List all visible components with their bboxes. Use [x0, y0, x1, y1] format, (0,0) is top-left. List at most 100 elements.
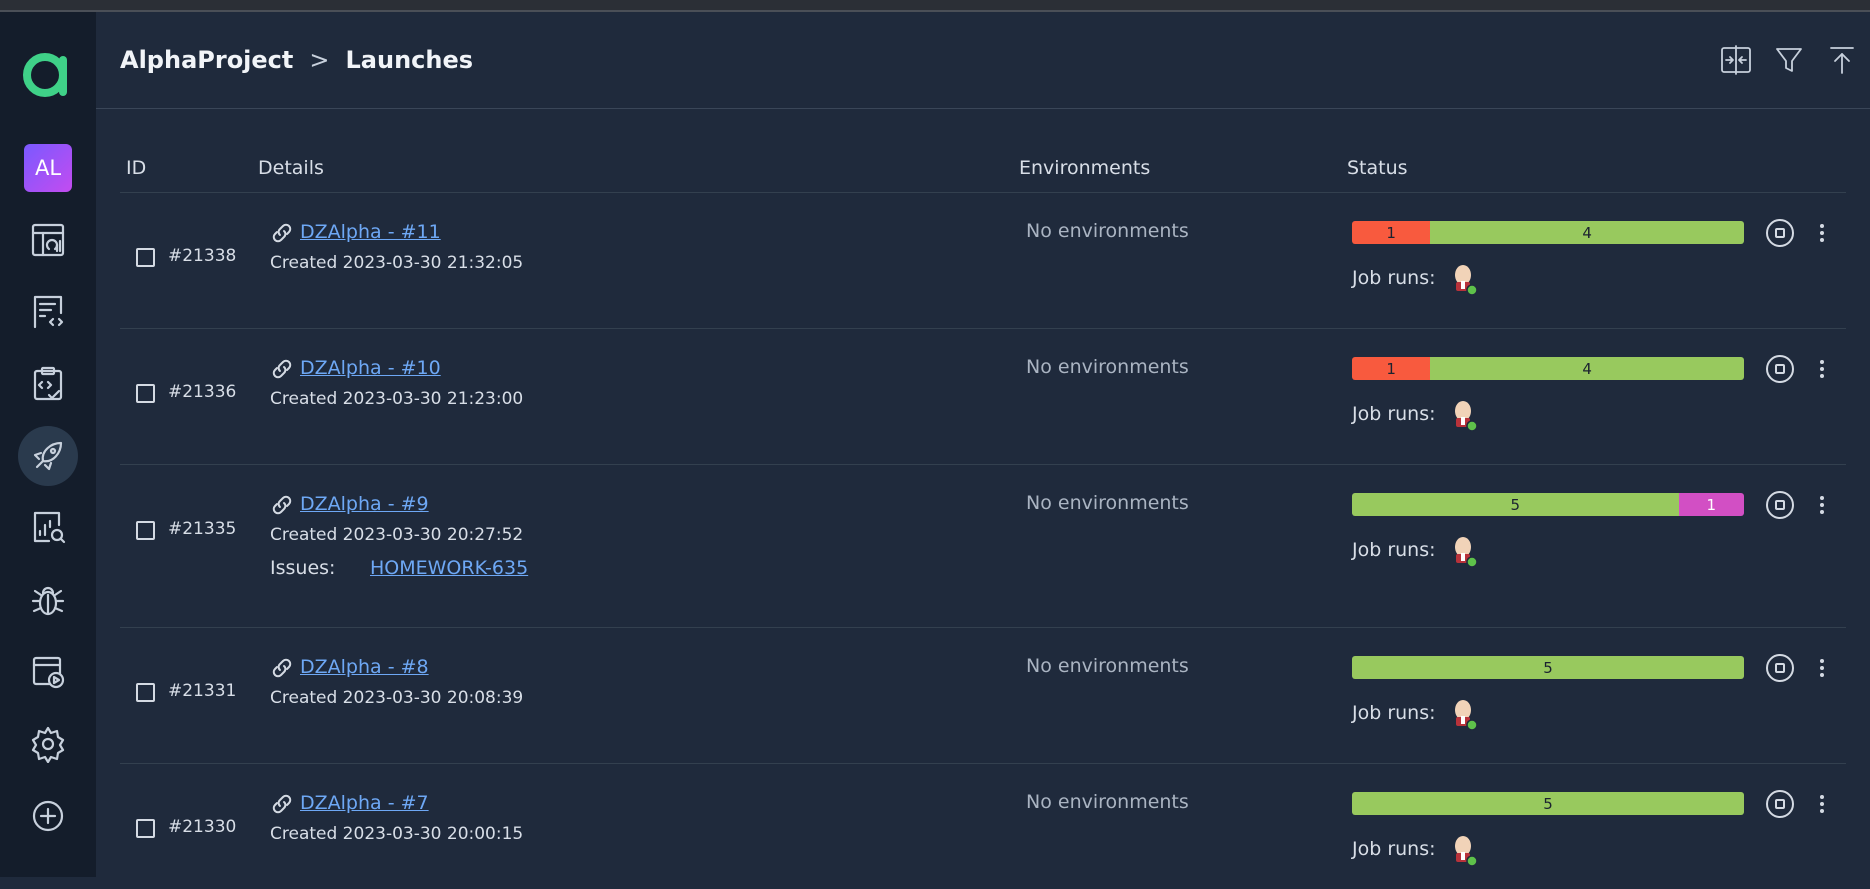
avatar-initials: AL [34, 156, 62, 180]
status-bar[interactable]: 5 [1352, 656, 1744, 679]
status-segment-failed[interactable]: 1 [1352, 357, 1431, 380]
page-header: AlphaProject > Launches [96, 12, 1870, 109]
row-checkbox[interactable] [136, 384, 155, 403]
column-header-environments[interactable]: Environments [1019, 157, 1150, 179]
table-row[interactable]: #21331 DZAlpha - #8 Created 2023-03-30 2… [120, 628, 1846, 764]
row-checkbox[interactable] [136, 521, 155, 540]
stop-launch-button[interactable] [1766, 355, 1794, 383]
status-segment-passed[interactable]: 5 [1352, 792, 1744, 815]
sidebar-item-analytics[interactable] [18, 498, 78, 558]
environments-value: No environments [1026, 492, 1189, 514]
more-actions-button[interactable] [1812, 219, 1832, 247]
sidebar-item-defects[interactable] [18, 570, 78, 630]
environments-value: No environments [1026, 655, 1189, 677]
job-runs-label: Job runs: [1352, 267, 1436, 289]
launch-id: #21336 [168, 382, 237, 402]
environments-value: No environments [1026, 220, 1189, 242]
sidebar-item-dashboards[interactable] [18, 210, 78, 270]
stop-launch-button[interactable] [1766, 491, 1794, 519]
launch-name-link[interactable]: DZAlpha - #10 [300, 357, 441, 379]
compare-button[interactable] [1716, 40, 1756, 80]
add-project-icon [32, 800, 64, 832]
row-checkbox[interactable] [136, 248, 155, 267]
launch-name-link[interactable]: DZAlpha - #9 [300, 493, 429, 515]
window-top-strip [0, 0, 1870, 12]
status-bar[interactable]: 51 [1352, 493, 1744, 516]
job-runs-label: Job runs: [1352, 702, 1436, 724]
dashboard-icon [31, 223, 65, 257]
sidebar-item-settings[interactable] [18, 714, 78, 774]
filter-icon [1776, 48, 1802, 72]
app-logo-icon[interactable] [20, 46, 74, 100]
launch-created: Created 2023-03-30 20:00:15 [270, 824, 524, 844]
stop-icon [1775, 228, 1785, 238]
status-segment-passed[interactable]: 4 [1430, 357, 1744, 380]
status-segment-passed[interactable]: 4 [1430, 221, 1744, 244]
sidebar-item-test-cases[interactable] [18, 282, 78, 342]
link-icon [270, 223, 294, 243]
link-icon [270, 495, 294, 515]
page-title: Launches [345, 46, 474, 74]
jenkins-job-icon[interactable] [1450, 696, 1480, 732]
job-runs-label: Job runs: [1352, 539, 1436, 561]
jenkins-job-icon[interactable] [1450, 533, 1480, 569]
launch-name-link[interactable]: DZAlpha - #7 [300, 792, 429, 814]
project-avatar[interactable]: AL [24, 144, 72, 192]
jenkins-job-icon[interactable] [1450, 261, 1480, 297]
issue-link[interactable]: HOMEWORK-635 [370, 557, 528, 579]
stop-launch-button[interactable] [1766, 790, 1794, 818]
breadcrumb-separator: > [309, 46, 330, 74]
kebab-menu-icon [1820, 360, 1824, 364]
more-actions-button[interactable] [1812, 790, 1832, 818]
launch-name-link[interactable]: DZAlpha - #8 [300, 656, 429, 678]
launch-id: #21330 [168, 817, 237, 837]
column-header-id[interactable]: ID [126, 157, 146, 179]
status-segment-passed[interactable]: 5 [1352, 656, 1744, 679]
column-header-details[interactable]: Details [258, 157, 324, 179]
filter-button[interactable] [1769, 40, 1809, 80]
link-icon [270, 658, 294, 678]
table-row[interactable]: #21330 DZAlpha - #7 Created 2023-03-30 2… [120, 764, 1846, 889]
launch-created: Created 2023-03-30 21:23:00 [270, 389, 524, 409]
status-bar[interactable]: 14 [1352, 357, 1744, 380]
column-header-status[interactable]: Status [1347, 157, 1408, 179]
launches-icon [33, 441, 63, 471]
compare-icon [1721, 45, 1751, 75]
launch-created: Created 2023-03-30 20:27:52 [270, 525, 524, 545]
table-row[interactable]: #21336 DZAlpha - #10 Created 2023-03-30 … [120, 329, 1846, 465]
defects-icon [31, 586, 65, 616]
status-bar[interactable]: 14 [1352, 221, 1744, 244]
status-segment-failed[interactable]: 1 [1352, 221, 1431, 244]
row-checkbox[interactable] [136, 819, 155, 838]
test-cases-icon [33, 295, 64, 329]
sidebar-item-add-project[interactable] [18, 786, 78, 846]
more-actions-button[interactable] [1812, 491, 1832, 519]
jenkins-job-icon[interactable] [1450, 397, 1480, 433]
stop-launch-button[interactable] [1766, 654, 1794, 682]
table-row[interactable]: #21338 DZAlpha - #11 Created 2023-03-30 … [120, 193, 1846, 329]
sidebar: AL [0, 12, 96, 877]
status-segment-passed[interactable]: 5 [1352, 493, 1679, 516]
status-bar[interactable]: 5 [1352, 792, 1744, 815]
sidebar-item-test-plans[interactable] [18, 354, 78, 414]
launch-name-link[interactable]: DZAlpha - #11 [300, 221, 441, 243]
sidebar-item-launches[interactable] [18, 426, 78, 486]
breadcrumb-project[interactable]: AlphaProject [120, 46, 293, 74]
kebab-menu-icon [1820, 224, 1824, 228]
table-row[interactable]: #21335 DZAlpha - #9 Created 2023-03-30 2… [120, 465, 1846, 628]
more-actions-button[interactable] [1812, 654, 1832, 682]
status-segment-skipped[interactable]: 1 [1678, 493, 1744, 516]
analytics-icon [33, 511, 66, 544]
row-checkbox[interactable] [136, 683, 155, 702]
stop-launch-button[interactable] [1766, 219, 1794, 247]
kebab-menu-icon [1820, 795, 1824, 799]
settings-icon [31, 726, 65, 763]
breadcrumb: AlphaProject > Launches [120, 46, 473, 74]
more-actions-button[interactable] [1812, 355, 1832, 383]
sidebar-item-jobs[interactable] [18, 642, 78, 702]
kebab-menu-icon [1820, 496, 1824, 500]
job-runs-label: Job runs: [1352, 403, 1436, 425]
export-button[interactable] [1822, 40, 1862, 80]
stop-icon [1775, 799, 1785, 809]
jenkins-job-icon[interactable] [1450, 832, 1480, 868]
